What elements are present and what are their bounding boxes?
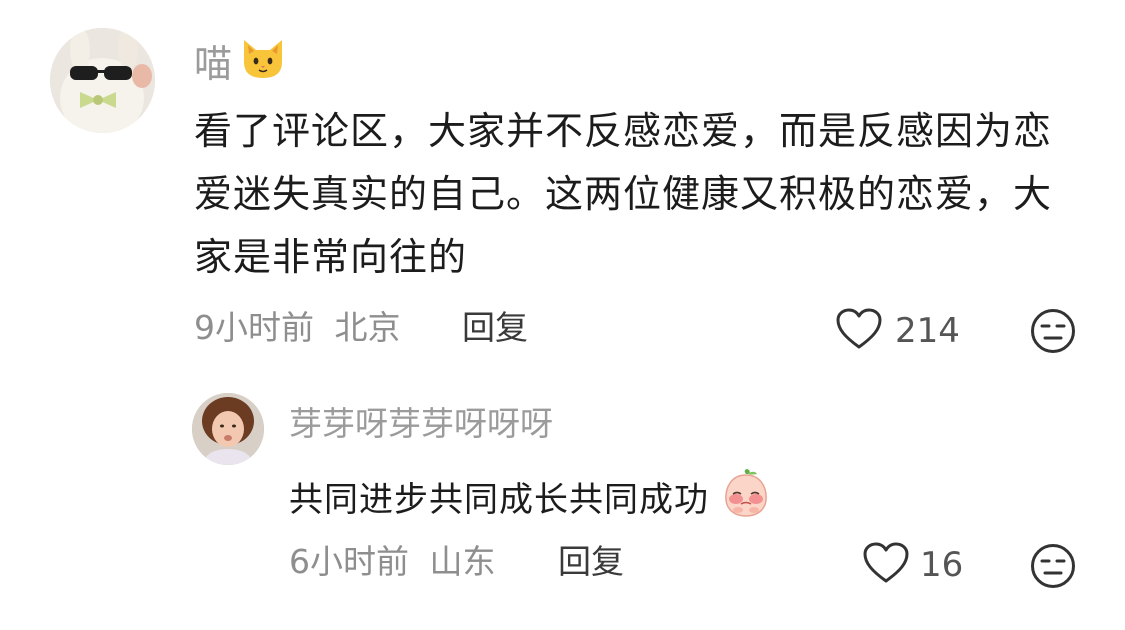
like-button[interactable]: 16	[862, 542, 963, 588]
comment-text: 看了评论区，大家并不反感恋爱，而是反感因为恋爱迷失真实的自己。这两位健康又积极的…	[194, 109, 1053, 279]
heart-icon	[862, 541, 910, 589]
avatar-image	[192, 393, 264, 465]
like-count: 16	[920, 545, 964, 585]
dislike-button[interactable]	[1029, 542, 1077, 590]
reply-button[interactable]: 回复	[462, 306, 528, 350]
username[interactable]: 喵	[194, 36, 286, 91]
comment-location: 山东	[429, 542, 496, 581]
reply-button[interactable]: 回复	[558, 540, 624, 584]
dislike-button[interactable]	[1029, 307, 1077, 355]
avatar[interactable]	[50, 28, 155, 133]
comment-time: 6小时前	[289, 542, 409, 581]
cat-face-icon	[240, 36, 286, 91]
comment-meta: 6小时前 山东	[289, 540, 496, 584]
heart-icon	[835, 307, 883, 355]
shy-peach-icon	[721, 468, 771, 535]
avatar[interactable]	[192, 393, 264, 465]
like-button[interactable]: 214	[835, 307, 960, 355]
neutral-face-icon	[1031, 309, 1075, 353]
comment-text: 共同进步共同成长共同成功	[289, 468, 771, 535]
comment-location: 北京	[334, 308, 401, 347]
comment-text-body: 共同进步共同成长共同成功	[289, 480, 709, 520]
neutral-face-icon	[1031, 544, 1075, 588]
username-text: 喵	[194, 41, 233, 86]
avatar-image	[50, 28, 155, 133]
comment-meta: 9小时前 北京	[194, 306, 401, 350]
username[interactable]: 芽芽呀芽芽呀呀呀	[289, 402, 553, 446]
like-count: 214	[895, 311, 960, 351]
comment-time: 9小时前	[194, 308, 314, 347]
